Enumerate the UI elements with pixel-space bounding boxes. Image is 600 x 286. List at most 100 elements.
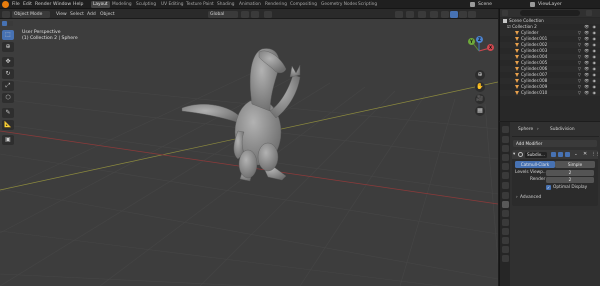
- tab-rendering[interactable]: Rendering: [263, 1, 289, 8]
- add-cube-icon[interactable]: ▣: [2, 135, 14, 145]
- tool-tab-icon[interactable]: [501, 126, 509, 133]
- orientation-dropdown[interactable]: Global: [208, 10, 238, 18]
- tab-uv-editing[interactable]: UV Editing: [159, 1, 185, 8]
- simple-button[interactable]: Simple: [555, 161, 595, 168]
- levels-viewport-field[interactable]: 2: [546, 170, 594, 176]
- scale-icon[interactable]: ⤢: [2, 81, 14, 91]
- world-tab-icon[interactable]: [501, 172, 509, 179]
- render-toggle-icon[interactable]: [565, 152, 570, 157]
- viewport-toggle-icon[interactable]: [558, 152, 563, 157]
- cone-mesh-icon: [515, 85, 519, 89]
- render-tab-icon[interactable]: [501, 136, 509, 143]
- viewlayer-icon[interactable]: [530, 2, 535, 7]
- tab-layout[interactable]: Layout: [91, 1, 110, 8]
- pivot-icon[interactable]: [241, 10, 249, 18]
- rotate-icon[interactable]: ↻: [2, 69, 14, 79]
- advanced-chevron-icon[interactable]: ›: [516, 195, 518, 201]
- material-tab-icon[interactable]: [501, 246, 509, 253]
- 3d-viewport[interactable]: User Perspective (1) Collection 2 | Sphe…: [0, 19, 498, 286]
- tab-shading[interactable]: Shading: [215, 1, 236, 8]
- close-icon[interactable]: ✕: [583, 150, 587, 159]
- shading-rendered-icon[interactable]: [468, 10, 476, 18]
- breadcrumb: Sphere › Subdivision: [512, 126, 600, 134]
- menu-window[interactable]: Window: [53, 2, 71, 8]
- mode-dropdown[interactable]: Object Mode: [12, 10, 50, 18]
- menu-object[interactable]: Object: [98, 11, 117, 18]
- tab-compositing[interactable]: Compositing: [288, 1, 319, 8]
- dropdown-icon[interactable]: ⌄: [574, 150, 578, 159]
- scene-selector[interactable]: Scene: [478, 2, 492, 8]
- modifier-tab-icon[interactable]: [501, 201, 509, 208]
- select-mode-extend-icon[interactable]: [8, 21, 13, 26]
- menu-add[interactable]: Add: [85, 11, 98, 18]
- menu-view[interactable]: View: [54, 11, 69, 18]
- cursor-icon[interactable]: ⊕: [2, 42, 14, 52]
- physics-tab-icon[interactable]: [501, 219, 509, 226]
- transform-icon[interactable]: ⬡: [2, 93, 14, 103]
- scene-icon[interactable]: [470, 2, 475, 7]
- select-mode-new-icon[interactable]: [2, 21, 7, 26]
- cone-mesh-icon: [515, 43, 519, 47]
- texture-tab-icon[interactable]: [501, 255, 509, 262]
- tab-geometry-nodes[interactable]: Geometry Nodes: [319, 1, 359, 8]
- scene-tab-icon[interactable]: [501, 163, 509, 170]
- constraints-tab-icon[interactable]: [501, 228, 509, 235]
- proportional-edit-icon[interactable]: [264, 10, 272, 18]
- collection-tab-icon[interactable]: [501, 182, 509, 189]
- gizmo-y[interactable]: Y: [468, 38, 475, 45]
- menu-render[interactable]: Render: [35, 2, 51, 8]
- shading-wireframe-icon[interactable]: [441, 10, 449, 18]
- collapse-chevron-icon[interactable]: ▾: [513, 150, 515, 159]
- editor-type-icon[interactable]: [2, 10, 10, 18]
- tab-modeling[interactable]: Modeling: [110, 1, 134, 8]
- outliner-search-input[interactable]: [520, 10, 580, 16]
- add-modifier-button[interactable]: Add Modifier: [513, 140, 597, 147]
- measure-icon[interactable]: 📐: [2, 120, 14, 130]
- move-icon[interactable]: ✥: [2, 57, 14, 67]
- gizmo-toggle-icon[interactable]: [406, 10, 414, 18]
- collection-checkbox-icon[interactable]: ☑: [507, 24, 511, 29]
- data-tab-icon[interactable]: [501, 237, 509, 244]
- modifier-name-field[interactable]: Subdiv...: [525, 151, 547, 158]
- blender-logo-icon[interactable]: [2, 1, 9, 8]
- gizmo-x[interactable]: X: [487, 44, 494, 51]
- annotate-icon[interactable]: ✎: [2, 108, 14, 118]
- camera-view-icon[interactable]: 🎥: [475, 94, 485, 104]
- dinosaur-model[interactable]: [0, 19, 498, 286]
- outliner-editor-icon[interactable]: [502, 10, 508, 16]
- output-tab-icon[interactable]: [501, 145, 509, 152]
- shading-material-icon[interactable]: [459, 10, 467, 18]
- filter-icon[interactable]: [586, 10, 592, 16]
- tab-scripting[interactable]: Scripting: [356, 1, 379, 8]
- tab-sculpting[interactable]: Sculpting: [134, 1, 158, 8]
- tab-texture-paint[interactable]: Texture Paint: [184, 1, 216, 8]
- optimal-display-checkbox[interactable]: ✓: [546, 185, 551, 190]
- shading-solid-icon[interactable]: [450, 10, 458, 18]
- menu-edit[interactable]: Edit: [23, 2, 32, 8]
- render-levels-field[interactable]: 2: [546, 177, 594, 183]
- viewlayer-selector[interactable]: ViewLayer: [538, 2, 562, 8]
- overlay-toggle-icon[interactable]: [418, 10, 426, 18]
- select-box-icon[interactable]: ⬚: [2, 30, 14, 40]
- gizmo-z[interactable]: Z: [476, 36, 483, 43]
- advanced-section[interactable]: Advanced: [520, 195, 541, 201]
- tab-animation[interactable]: Animation: [237, 1, 263, 8]
- editmode-toggle-icon[interactable]: [551, 152, 556, 157]
- visibility-icon[interactable]: [395, 10, 403, 18]
- perspective-toggle-icon[interactable]: ▦: [475, 106, 485, 116]
- visibility-eye-icon[interactable]: ▽ 👁 ◉: [578, 90, 597, 96]
- navigation-gizmo[interactable]: X Y Z ⊕ ✋ 🎥 ▦: [464, 36, 494, 146]
- drag-handle-icon[interactable]: ⋮⋮: [591, 150, 600, 159]
- menu-file[interactable]: File: [12, 2, 20, 8]
- particles-tab-icon[interactable]: [501, 210, 509, 217]
- menu-select[interactable]: Select: [68, 11, 86, 18]
- menu-help[interactable]: Help: [73, 2, 83, 8]
- view-layer-tab-icon[interactable]: [501, 154, 509, 161]
- xray-toggle-icon[interactable]: [430, 10, 438, 18]
- list-item[interactable]: Cylinder.010 ▽ 👁 ◉: [500, 90, 600, 96]
- catmull-clark-button[interactable]: Catmull-Clark: [515, 161, 555, 168]
- object-tab-icon[interactable]: [501, 192, 509, 199]
- snap-icon[interactable]: [251, 10, 259, 18]
- zoom-icon[interactable]: ⊕: [475, 70, 485, 80]
- pan-hand-icon[interactable]: ✋: [475, 82, 485, 92]
